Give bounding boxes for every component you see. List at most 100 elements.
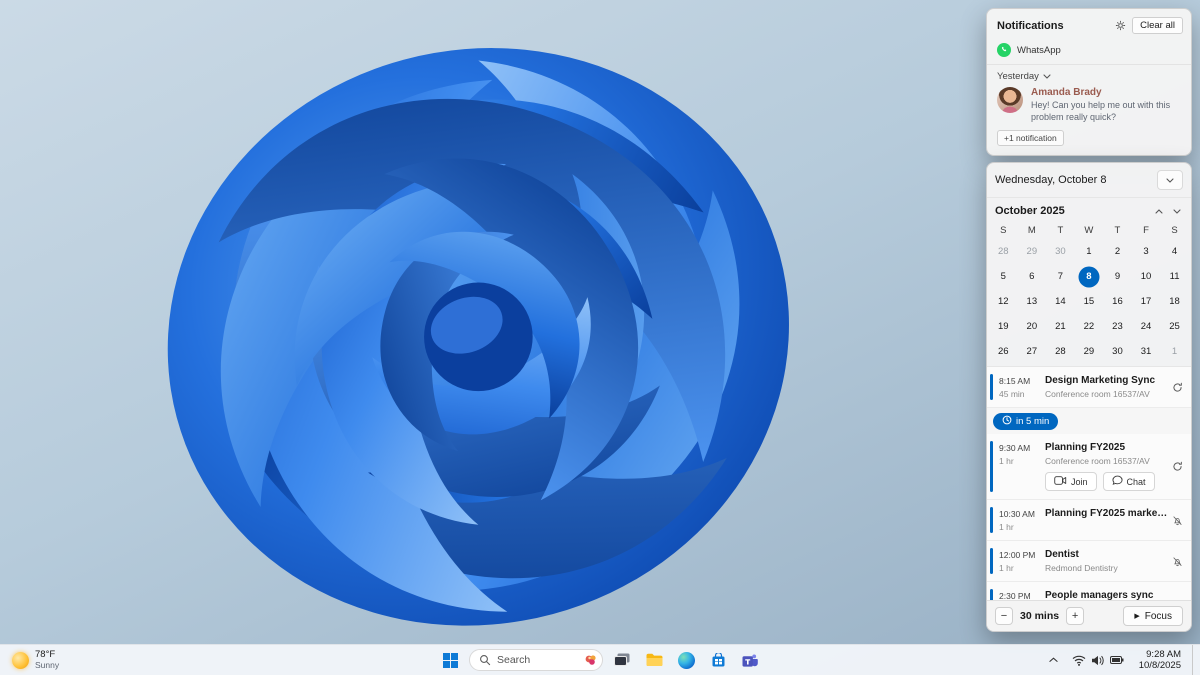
calendar-day[interactable]: 13 xyxy=(1018,289,1047,314)
calendar-day[interactable]: 3 xyxy=(1132,239,1161,264)
calendar-day[interactable]: 23 xyxy=(1103,314,1132,339)
more-notifications-chip[interactable]: +1 notification xyxy=(997,130,1064,147)
event-location: Conference room 16537/AV xyxy=(1045,389,1150,399)
notification-settings-icon[interactable] xyxy=(1115,20,1126,31)
agenda-event[interactable]: 2:30 PM People managers sync xyxy=(987,582,1191,600)
notification-card[interactable]: Amanda Brady Hey! Can you help me out wi… xyxy=(987,85,1191,127)
wifi-icon xyxy=(1072,655,1086,666)
calendar-day[interactable]: 5 xyxy=(989,264,1018,289)
calendar-day[interactable]: 6 xyxy=(1018,264,1047,289)
calendar-day[interactable]: 22 xyxy=(1075,314,1104,339)
event-time-block: 2:30 PM xyxy=(999,590,1045,600)
calendar-day[interactable]: 14 xyxy=(1046,289,1075,314)
chevron-up-icon xyxy=(1155,208,1163,214)
calendar-day[interactable]: 31 xyxy=(1132,339,1161,364)
sun-icon xyxy=(12,651,29,669)
file-explorer-icon xyxy=(646,653,662,666)
whatsapp-label: WhatsApp xyxy=(1017,44,1061,56)
focus-decrease-button[interactable]: − xyxy=(995,607,1013,625)
edge-button[interactable] xyxy=(673,647,699,673)
show-desktop-button[interactable] xyxy=(1192,645,1198,675)
calendar-day[interactable]: 1 xyxy=(1160,339,1189,364)
clock-date: 10/8/2025 xyxy=(1138,660,1181,671)
task-view-button[interactable] xyxy=(609,647,635,673)
calendar-day[interactable]: 29 xyxy=(1018,239,1047,264)
event-title: Dentist xyxy=(1045,549,1079,560)
focus-button[interactable]: ▶ Focus xyxy=(1123,606,1183,626)
calendar-day[interactable]: 7 xyxy=(1046,264,1075,289)
calendar-day[interactable]: 26 xyxy=(989,339,1018,364)
store-button[interactable] xyxy=(705,647,731,673)
event-join-button[interactable]: Join xyxy=(1045,472,1097,491)
focus-increase-button[interactable]: + xyxy=(1066,607,1085,625)
calendar-day[interactable]: 19 xyxy=(989,314,1018,339)
play-icon: ▶ xyxy=(1134,613,1140,620)
system-tray[interactable] xyxy=(1068,652,1128,669)
calendar-day[interactable]: 2 xyxy=(1103,239,1132,264)
agenda-event[interactable]: 9:30 AM 1 hr Planning FY2025 Conference roo… xyxy=(987,434,1191,500)
calendar-day[interactable]: 8 xyxy=(1075,264,1104,289)
event-time-block: 9:30 AM 1 hr xyxy=(999,442,1045,466)
clear-all-button[interactable]: Clear all xyxy=(1132,17,1183,34)
calendar-day[interactable]: 15 xyxy=(1075,289,1104,314)
calendar-day[interactable]: 10 xyxy=(1132,264,1161,289)
search-highlight-icon xyxy=(585,655,596,665)
group-label: Yesterday xyxy=(997,71,1039,82)
event-duration: 1 hr xyxy=(999,456,1014,466)
file-explorer-button[interactable] xyxy=(641,647,667,673)
calendar-day[interactable]: 4 xyxy=(1160,239,1189,264)
calendar-day[interactable]: 28 xyxy=(1046,339,1075,364)
start-button[interactable] xyxy=(437,647,463,673)
calendar-prev-month-button[interactable] xyxy=(1155,208,1163,214)
calendar-day[interactable]: 1 xyxy=(1075,239,1104,264)
weather-widget[interactable]: 78°F Sunny xyxy=(6,645,65,675)
calendar-day[interactable]: 24 xyxy=(1132,314,1161,339)
calendar-day[interactable]: 17 xyxy=(1132,289,1161,314)
calendar-day[interactable]: 20 xyxy=(1018,314,1047,339)
calendar-day[interactable]: 28 xyxy=(989,239,1018,264)
event-time: 12:00 PM xyxy=(999,550,1036,560)
notification-app-group[interactable]: WhatsApp xyxy=(987,39,1191,61)
agenda-event[interactable]: 12:00 PM 1 hr Dentist Redmond Dentistry xyxy=(987,541,1191,582)
calendar-day[interactable]: 25 xyxy=(1160,314,1189,339)
search-placeholder: Search xyxy=(497,654,531,666)
calendar-day[interactable]: 18 xyxy=(1160,289,1189,314)
calendar-collapse-button[interactable] xyxy=(1157,170,1183,190)
volume-icon xyxy=(1091,655,1104,665)
calendar-day[interactable]: 27 xyxy=(1018,339,1047,364)
teams-button[interactable] xyxy=(737,647,763,673)
edge-icon xyxy=(677,651,695,669)
calendar-day[interactable]: 11 xyxy=(1160,264,1189,289)
agenda-event[interactable]: 10:30 AM 1 hr Planning FY2025 marketing xyxy=(987,500,1191,541)
agenda-event[interactable]: 8:15 AM 45 min Design Marketing Sync Confer… xyxy=(987,367,1191,408)
event-title: Design Marketing Sync xyxy=(1045,375,1156,386)
clock[interactable]: 9:28 AM 10/8/2025 xyxy=(1135,649,1185,671)
calendar-day[interactable]: 9 xyxy=(1103,264,1132,289)
notification-group-header[interactable]: Yesterday xyxy=(987,65,1191,85)
calendar-next-month-button[interactable] xyxy=(1173,208,1181,214)
calendar-day[interactable]: 30 xyxy=(1046,239,1075,264)
calendar-day[interactable]: 29 xyxy=(1075,339,1104,364)
calendar-day[interactable]: 12 xyxy=(989,289,1018,314)
bell-off-icon xyxy=(1172,556,1183,567)
recurring-icon xyxy=(1172,382,1183,393)
calendar-day[interactable]: 16 xyxy=(1103,289,1132,314)
event-accent-bar xyxy=(990,441,993,492)
calendar-day-header: S xyxy=(1171,224,1178,236)
event-accent-bar xyxy=(990,589,993,600)
chat-icon xyxy=(1111,475,1123,488)
calendar-day-header: M xyxy=(1027,224,1036,236)
calendar-day[interactable]: 30 xyxy=(1103,339,1132,364)
recurring-icon xyxy=(1172,461,1183,472)
taskbar: 78°F Sunny Search 9:28 AM 10/8/2025 xyxy=(0,644,1200,675)
calendar-day-header: S xyxy=(1000,224,1007,236)
calendar-day[interactable]: 21 xyxy=(1046,314,1075,339)
notification-message: Hey! Can you help me out with this probl… xyxy=(1031,100,1171,122)
event-chat-button[interactable]: Chat xyxy=(1102,472,1155,491)
search-icon xyxy=(480,655,491,666)
event-time: 2:30 PM xyxy=(999,591,1031,600)
event-time: 9:30 AM xyxy=(999,443,1031,453)
search-box[interactable]: Search xyxy=(469,649,603,671)
notifications-title: Notifications xyxy=(997,19,1064,32)
tray-expand-button[interactable] xyxy=(1046,654,1061,666)
